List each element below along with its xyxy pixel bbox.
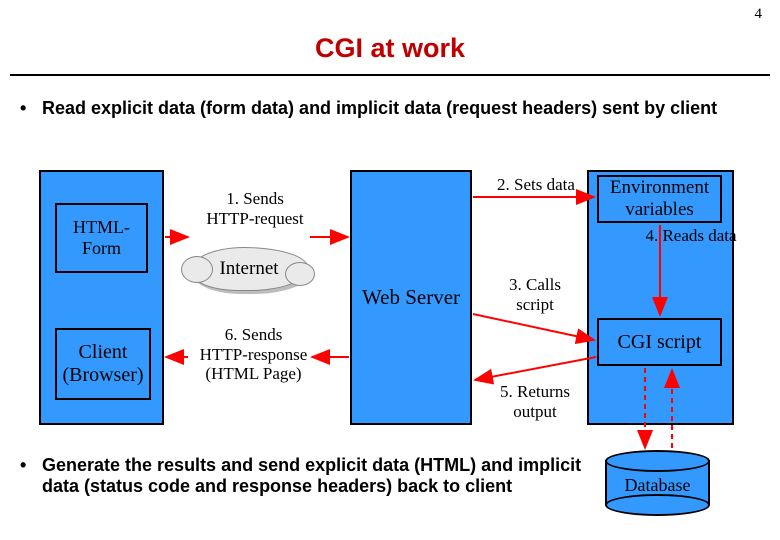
web-server-box: Web Server: [350, 170, 472, 425]
bullet-dot: •: [20, 455, 42, 497]
bullet-2-text: Generate the results and send explicit d…: [42, 455, 590, 497]
slide-title: CGI at work: [0, 33, 780, 64]
cgi-script-box: CGI script: [597, 318, 722, 366]
bullet-1-text: Read explicit data (form data) and impli…: [42, 98, 717, 119]
divider: [10, 74, 770, 76]
internet-label: Internet: [219, 258, 278, 280]
database-label: Database: [605, 475, 710, 496]
step-4-label: 4. Reads data: [626, 226, 756, 246]
database-cylinder: Database: [605, 450, 710, 510]
step-3-label: 3. Calls script: [495, 275, 575, 314]
step-2-label: 2. Sets data: [480, 175, 592, 195]
bullet-1: • Read explicit data (form data) and imp…: [20, 98, 760, 119]
client-browser-box: Client (Browser): [55, 328, 151, 400]
env-vars-box: Environment variables: [597, 175, 722, 223]
html-form-box: HTML- Form: [55, 203, 148, 273]
step-6-label: 6. Sends HTTP-response (HTML Page): [186, 325, 321, 384]
step-1-label: 1. Sends HTTP-request: [195, 189, 315, 228]
internet-cloud: Internet: [190, 247, 308, 291]
page-number: 4: [755, 6, 763, 23]
step-5-label: 5. Returns output: [490, 382, 580, 421]
bullet-2: • Generate the results and send explicit…: [20, 455, 590, 497]
bullet-dot: •: [20, 98, 42, 119]
